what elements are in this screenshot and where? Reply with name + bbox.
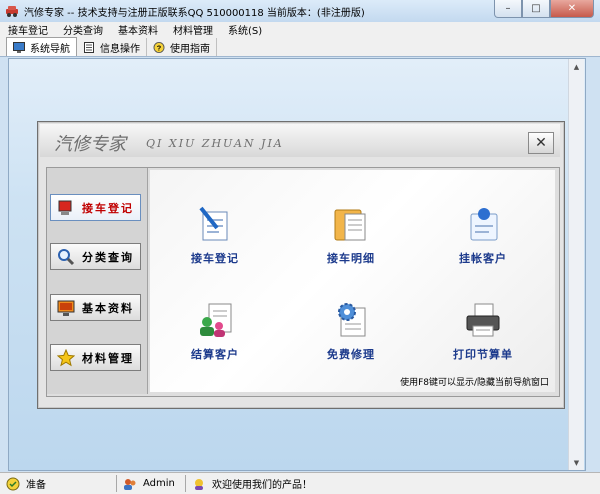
tile-label: 挂帐客户: [459, 252, 507, 265]
navigation-window: 汽修专家 QI XIU ZHUAN JIA ✕ 接车登记 分类查询 基本资料 材…: [37, 121, 565, 409]
side-button-basic-data[interactable]: 基本资料: [50, 294, 141, 321]
side-button-label: 材料管理: [82, 351, 134, 365]
navigation-header: 汽修专家 QI XIU ZHUAN JIA ✕: [40, 124, 560, 157]
window-title: 汽修专家 -- 技术支持与注册正版联系QQ 510000118 当前版本：(非注…: [24, 8, 365, 19]
monitor-icon: [57, 300, 75, 316]
navigation-sidebar: 接车登记 分类查询 基本资料 材料管理: [47, 168, 148, 394]
side-button-category-query[interactable]: 分类查询: [50, 243, 141, 270]
ready-icon: [6, 477, 20, 490]
vertical-scrollbar[interactable]: ▲ ▼: [568, 59, 584, 470]
menu-system[interactable]: 系统(S): [220, 22, 269, 37]
monitor-icon: [13, 41, 25, 53]
pc-icon: [58, 200, 72, 215]
menu-car-register[interactable]: 接车登记: [0, 22, 55, 37]
maximize-button[interactable]: □: [522, 0, 550, 18]
navigation-close-button[interactable]: ✕: [528, 132, 554, 154]
car-app-icon: [6, 6, 18, 17]
tile-label: 接车明细: [327, 252, 375, 265]
tab-label: 系统导航: [30, 43, 70, 55]
f8-hint-text: 使用F8键可以显示/隐藏当前导航窗口: [400, 378, 549, 388]
side-button-material-management[interactable]: 材料管理: [50, 344, 141, 371]
status-user-segment: Admin: [117, 475, 186, 492]
help-icon: ?: [153, 41, 165, 53]
tab-label: 信息操作: [100, 43, 140, 55]
side-button-car-register[interactable]: 接车登记: [50, 194, 141, 221]
tab-user-guide[interactable]: ? 使用指南: [147, 38, 217, 56]
printer-icon: [466, 303, 500, 337]
side-button-label: 基本资料: [82, 301, 134, 315]
navigation-content: 接车登记 接车明细 挂帐客户 结算客户 免费修理 打印节算单 使用F8键可以显示…: [150, 170, 555, 392]
navigation-subtitle: QI XIU ZHUAN JIA: [146, 137, 284, 150]
tile-label: 接车登记: [191, 252, 239, 265]
side-button-label: 分类查询: [82, 250, 134, 264]
toolbar: 系统导航 信息操作 ? 使用指南: [0, 36, 600, 57]
scroll-up-icon[interactable]: ▲: [569, 59, 584, 74]
navigation-body: 接车登记 分类查询 基本资料 材料管理 接车登记 接车明细 挂帐客户 结算客户 …: [46, 167, 560, 397]
users-doc-icon: [200, 303, 232, 337]
tile-credit-customers[interactable]: 挂帐客户: [438, 204, 528, 274]
tab-system-navigation[interactable]: 系统导航: [6, 37, 77, 56]
tile-car-details[interactable]: 接车明细: [306, 204, 396, 274]
scroll-track[interactable]: [571, 77, 581, 457]
scroll-down-icon[interactable]: ▼: [569, 455, 584, 470]
magnifier-icon: [58, 248, 75, 265]
document-icon: [84, 41, 94, 53]
welcome-icon: [195, 478, 203, 490]
menu-basic-data[interactable]: 基本资料: [110, 22, 165, 37]
tab-info-operation[interactable]: 信息操作: [77, 38, 147, 56]
tile-label: 免费修理: [327, 348, 375, 361]
tile-print-settlement[interactable]: 打印节算单: [438, 300, 528, 370]
status-user-text: Admin: [143, 478, 175, 489]
gear-doc-icon: [338, 303, 366, 337]
tile-label: 结算客户: [191, 348, 239, 361]
tile-label: 打印节算单: [453, 348, 513, 361]
status-ready-text: 准备: [26, 480, 46, 491]
menu-material-management[interactable]: 材料管理: [165, 22, 220, 37]
status-bar: 准备 Admin 欢迎使用我们的产品！: [0, 472, 600, 494]
tile-settled-customers[interactable]: 结算客户: [170, 300, 260, 370]
minimize-button[interactable]: –: [494, 0, 522, 18]
pen-paper-icon: [199, 206, 228, 241]
user-icon: [124, 478, 136, 490]
svg-text:?: ?: [157, 43, 162, 52]
tab-label: 使用指南: [170, 43, 210, 55]
tile-free-repair[interactable]: 免费修理: [306, 300, 396, 370]
side-button-label: 接车登记: [82, 201, 134, 215]
pin-paper-icon: [470, 208, 498, 241]
close-button[interactable]: ✕: [550, 0, 594, 18]
title-bar: 汽修专家 -- 技术支持与注册正版联系QQ 510000118 当前版本：(非注…: [0, 0, 600, 23]
menu-category-query[interactable]: 分类查询: [55, 22, 110, 37]
star-icon: [57, 348, 75, 366]
tile-car-register[interactable]: 接车登记: [170, 204, 260, 274]
navigation-title: 汽修专家: [54, 134, 126, 155]
status-welcome-segment: 欢迎使用我们的产品！: [186, 475, 492, 492]
status-welcome-text: 欢迎使用我们的产品！: [212, 480, 312, 491]
folder-doc-icon: [334, 209, 366, 241]
menu-bar: 接车登记 分类查询 基本资料 材料管理 系统(S): [0, 22, 600, 37]
status-ready-segment: 准备: [0, 475, 117, 492]
